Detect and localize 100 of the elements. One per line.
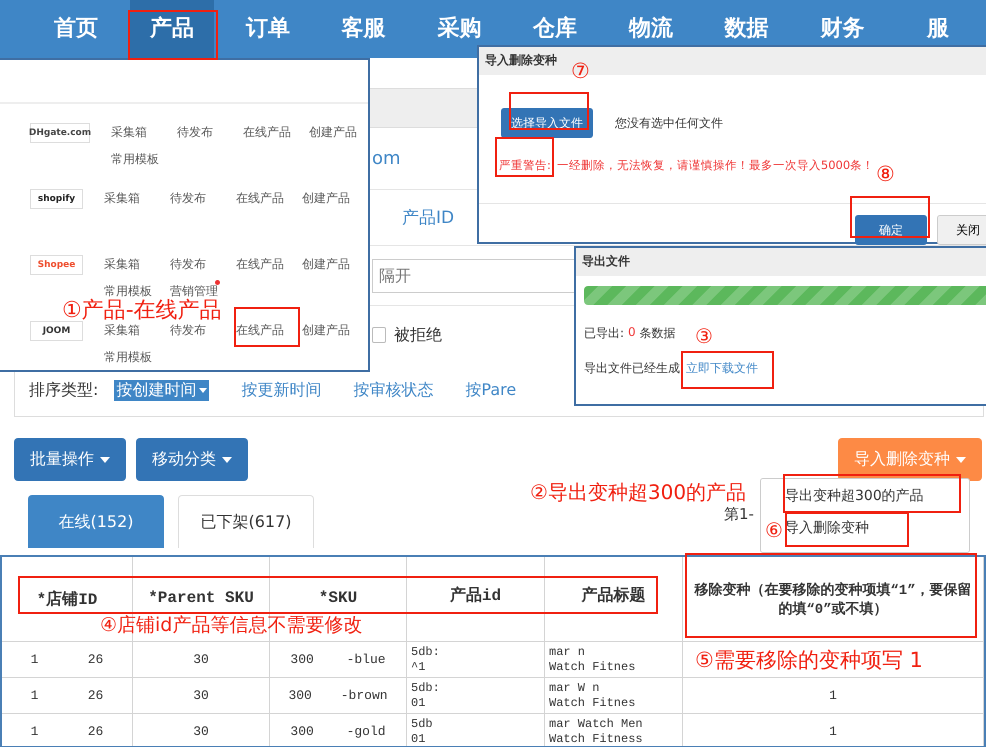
menu-link[interactable]: 待发布 <box>170 190 236 207</box>
table-cell: -brown <box>340 688 388 703</box>
warning-label: 严重警告: <box>499 158 551 172</box>
menu-link[interactable]: 常用模板 <box>104 349 170 366</box>
filter-tab[interactable]: 产品ID <box>402 206 454 229</box>
dropdown-button[interactable]: 批量操作 <box>14 438 126 481</box>
menu-link[interactable]: 常用模板 <box>104 283 170 300</box>
brand-logo: shopify <box>30 189 83 209</box>
table-cell: 01 <box>411 732 426 746</box>
nav-item[interactable]: 服 <box>890 16 986 42</box>
brand-logo: JOOM <box>30 321 83 341</box>
table-cell: mar W n <box>549 680 600 696</box>
table-cell: -gold <box>346 724 386 739</box>
nav-item[interactable]: 数据 <box>698 16 795 42</box>
table-cell: 30 <box>193 688 209 703</box>
menu-link[interactable]: 创建产品 <box>302 256 368 273</box>
table-cell: 300 <box>290 724 314 739</box>
domain-text: om <box>372 148 401 169</box>
caret-icon <box>199 388 208 392</box>
table-cell: mar Watch Men <box>549 716 643 732</box>
nav-item[interactable]: 仓库 <box>507 16 604 42</box>
nav-item[interactable]: 采购 <box>412 16 508 42</box>
table-cell: 30 <box>193 724 209 739</box>
table-cell: 300 <box>290 652 314 667</box>
annotation-text: ⑤需要移除的变种项写 1 <box>695 649 923 672</box>
dialog-button[interactable]: 确定 <box>855 215 927 245</box>
menu-link[interactable]: 待发布 <box>170 256 236 273</box>
sort-option[interactable]: 按审核状态 <box>353 380 434 400</box>
checkbox-label: 被拒绝 <box>394 324 442 346</box>
annotation-text: ④店铺id产品等信息不需要修改 <box>100 615 362 636</box>
tab[interactable]: 在线(152) <box>28 495 164 548</box>
table-cell: 1 <box>829 724 837 739</box>
table-cell: 1 <box>30 688 38 703</box>
table-cell: 26 <box>88 724 104 739</box>
checkbox[interactable] <box>372 327 386 343</box>
menu-link[interactable]: 在线产品 <box>236 322 302 339</box>
table-cell: 5db <box>411 716 433 732</box>
annotation-text: ⑦ <box>571 60 590 84</box>
highlight-frame <box>234 307 300 347</box>
nav-item[interactable]: 客服 <box>316 16 412 42</box>
table-cell: 5db: <box>411 644 440 660</box>
table-cell: 1 <box>30 724 38 739</box>
annotation-text: ⑧ <box>876 163 895 186</box>
menu-link[interactable]: 采集箱 <box>111 124 177 141</box>
dialog-title: 导出文件 <box>576 248 986 276</box>
table-cell: 01 <box>411 696 426 710</box>
table-cell: 1 <box>829 688 837 703</box>
menu-link[interactable]: 采集箱 <box>104 322 170 339</box>
caret-icon <box>100 456 110 462</box>
menu-link[interactable]: 在线产品 <box>236 190 302 207</box>
dropdown-item[interactable]: 导出变种超300的产品 <box>785 487 969 505</box>
sort-option[interactable]: 按更新时间 <box>241 380 322 400</box>
sort-option[interactable]: 按Pare <box>465 380 516 400</box>
column-header: 移除变种（在要移除的变种项填“1”，要保留的填“0”或不填） <box>683 557 984 641</box>
table-cell: 300 <box>288 688 312 703</box>
warning-text: 一经删除，无法恢复，请谨慎操作！最多一次导入5000条！ <box>556 158 874 172</box>
ready-text: 导出文件已经生成 <box>584 360 680 377</box>
menu-link[interactable]: 常用模板 <box>111 151 177 168</box>
menu-link[interactable]: 采集箱 <box>104 256 170 273</box>
annotation-text: ⑥ <box>765 519 783 541</box>
menu-link[interactable]: 待发布 <box>177 124 243 141</box>
menu-link[interactable]: 待发布 <box>170 322 236 339</box>
annotation-text: ②导出变种超300的产品 <box>530 481 746 503</box>
brand-logo: Shopee <box>30 255 83 275</box>
dropdown-item[interactable]: 导入删除变种 <box>785 519 969 537</box>
brand-logo: DHgate.com <box>30 123 90 143</box>
menu-link[interactable]: 在线产品 <box>236 256 302 273</box>
table-cell: 5db: <box>411 680 440 696</box>
nav-item[interactable]: 订单 <box>220 16 316 42</box>
exported-unit: 条数据 <box>640 325 676 342</box>
table-cell: Watch Fitness <box>549 732 643 746</box>
pagination-text: 第1- <box>724 505 754 524</box>
annotation-text: ①产品-在线产品 <box>62 299 222 324</box>
nav-item[interactable]: 物流 <box>603 16 699 42</box>
table-cell: Watch Fitnes <box>549 696 636 710</box>
menu-link[interactable]: 创建产品 <box>302 322 368 339</box>
table-cell: -blue <box>346 652 386 667</box>
nav-item[interactable]: 产品 <box>130 0 214 58</box>
dropdown-button[interactable]: 移动分类 <box>136 438 248 481</box>
tab[interactable]: 已下架(617) <box>178 495 314 548</box>
menu-link[interactable]: 营销管理 <box>170 283 236 300</box>
column-header: 产品标题 <box>545 557 683 641</box>
table-cell: 30 <box>193 652 209 667</box>
download-link[interactable]: 立即下载文件 <box>680 360 758 377</box>
table-cell: ^1 <box>411 660 426 674</box>
menu-link[interactable]: 创建产品 <box>309 124 375 141</box>
menu-link[interactable]: 创建产品 <box>302 190 368 207</box>
table-cell: mar n <box>549 644 586 660</box>
menu-link[interactable]: 采集箱 <box>104 190 170 207</box>
caret-icon <box>222 456 232 462</box>
menu-link[interactable]: 在线产品 <box>243 124 309 141</box>
nav-item[interactable]: 财务 <box>794 16 890 42</box>
column-header: 产品id <box>407 557 545 641</box>
nav-item[interactable]: 首页 <box>28 16 124 42</box>
table-cell: 1 <box>30 652 38 667</box>
highlight-frame <box>495 137 554 177</box>
table-cell: 26 <box>88 652 104 667</box>
dialog-button[interactable]: 关闭 <box>937 215 986 245</box>
sort-option[interactable]: 按创建时间 <box>114 380 210 400</box>
table-cell: Watch Fitnes <box>549 660 636 674</box>
